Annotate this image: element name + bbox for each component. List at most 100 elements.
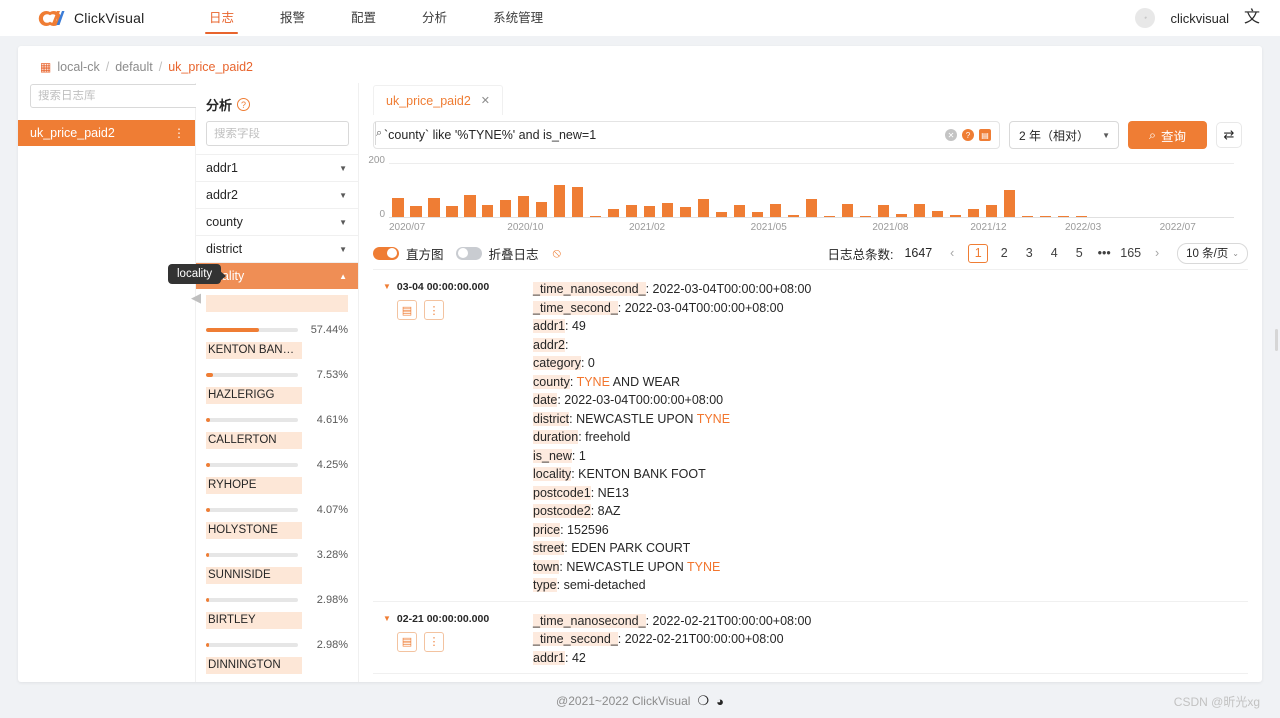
log-field-key[interactable]: addr2 [533, 337, 565, 352]
chart-bar-slot[interactable] [461, 159, 479, 217]
nav-item-alerts[interactable]: 报警 [267, 0, 318, 36]
log-field[interactable]: _time_second_: 2022-03-04T00:00:00+08:00 [533, 299, 1248, 318]
nav-item-logs[interactable]: 日志 [196, 0, 247, 36]
chevron-down-icon[interactable]: ▼ [339, 218, 347, 227]
log-field-key[interactable]: type [533, 578, 557, 592]
chart-bar-slot[interactable] [965, 159, 983, 217]
prev-page-button[interactable]: ‹ [943, 244, 961, 263]
log-field-key[interactable]: price [533, 522, 561, 537]
gitee-icon[interactable]: ◕ [716, 694, 724, 709]
chart-bar-slot[interactable] [911, 159, 929, 217]
chevron-down-icon[interactable]: ▼ [339, 245, 347, 254]
nav-item-analysis[interactable]: 分析 [409, 0, 460, 36]
chevron-down-icon[interactable]: ▼ [339, 164, 347, 173]
chart-bar[interactable] [680, 206, 692, 217]
page-button-1[interactable]: 1 [968, 243, 989, 263]
copy-icon[interactable]: ▤ [397, 300, 417, 320]
log-field-key[interactable]: _time_nanosecond_ [533, 282, 646, 296]
chart-bar[interactable] [967, 208, 980, 217]
log-field-key[interactable]: postcode1 [533, 485, 591, 500]
stat-item[interactable]: 57.44% KENTON BANK F… [206, 321, 348, 359]
more-vertical-icon[interactable]: ⋮ [424, 300, 444, 320]
chart-bar-slot[interactable] [1198, 159, 1216, 217]
time-range-select[interactable]: 2 年（相对） ▼ [1009, 121, 1119, 149]
page-button-3[interactable]: 3 [1020, 244, 1038, 263]
chart-bar[interactable] [572, 187, 584, 217]
chart-bar-slot[interactable] [947, 159, 965, 217]
copy-icon[interactable]: ▤ [397, 631, 417, 652]
chart-bar[interactable] [734, 205, 746, 217]
stat-item[interactable]: 7.53% HAZLERIGG [206, 366, 348, 404]
collapse-logs-toggle[interactable] [455, 246, 482, 260]
chart-bar-slot[interactable] [1108, 159, 1126, 217]
chart-bar[interactable] [644, 206, 656, 217]
chart-bar-slot[interactable] [713, 159, 731, 217]
chart-bar-slot[interactable] [1180, 159, 1198, 217]
chart-bar[interactable] [446, 205, 458, 217]
chart-bar[interactable] [626, 204, 638, 217]
scrollbar-thumb[interactable] [1275, 329, 1278, 351]
query-input[interactable]: `county` like '%TYNE%' and is_new=1 [384, 128, 945, 142]
swap-settings-icon[interactable]: ⇄ [1216, 122, 1242, 148]
field-search-box[interactable]: ⌕ [206, 121, 382, 146]
chart-bar[interactable] [1003, 190, 1016, 217]
breadcrumb-instance[interactable]: local-ck [57, 60, 99, 74]
log-field[interactable]: _time_second_: 2022-02-21T00:00:00+08:00 [533, 630, 1248, 649]
chart-bar-slot[interactable] [731, 159, 749, 217]
log-field[interactable]: addr2: [533, 336, 1248, 355]
chart-bar[interactable] [698, 199, 710, 217]
question-circle-icon[interactable]: ? [237, 98, 251, 111]
breadcrumb-database[interactable]: default [115, 60, 153, 74]
histogram-toggle[interactable] [373, 246, 399, 260]
chart-bar-slot[interactable] [623, 159, 641, 217]
chart-bar-slot[interactable] [389, 159, 407, 217]
clear-circle-icon[interactable]: ✕ [945, 129, 957, 141]
chart-bar[interactable] [410, 205, 422, 217]
chart-bar-slot[interactable] [785, 159, 803, 217]
chart-bar-slot[interactable] [515, 159, 533, 217]
log-field-key[interactable]: _time_nanosecond_ [533, 613, 646, 628]
log-field[interactable]: county: TYNE AND WEAR [533, 373, 1248, 392]
chevron-up-icon[interactable]: ▲ [339, 272, 347, 281]
page-ellipsis[interactable]: ••• [1095, 244, 1113, 263]
doc-icon[interactable]: ▤ [979, 129, 991, 141]
log-field-key[interactable]: street [533, 541, 565, 555]
chart-bar[interactable] [985, 205, 998, 217]
search-icon[interactable]: ⌕ [375, 122, 382, 145]
log-field-key[interactable]: locality [533, 467, 572, 481]
chart-bar-slot[interactable] [857, 159, 875, 217]
log-field[interactable]: addr1: 42 [533, 649, 1248, 668]
chart-bar-slot[interactable] [929, 159, 947, 217]
chart-bar[interactable] [536, 202, 548, 217]
tab-uk-price-paid2[interactable]: uk_price_paid2 ✕ [373, 85, 504, 115]
chart-bar[interactable] [428, 197, 440, 217]
chart-bar-slot[interactable] [1144, 159, 1162, 217]
more-vertical-icon[interactable]: ⋮ [424, 631, 444, 652]
page-button-last[interactable]: 165 [1120, 244, 1141, 263]
chart-bar-slot[interactable] [1162, 159, 1180, 217]
log-field-key[interactable]: is_new [533, 448, 572, 463]
more-vertical-icon[interactable]: ⋮ [173, 126, 185, 140]
log-field-key[interactable]: duration [533, 430, 579, 444]
log-field-key[interactable]: _time_second_ [533, 632, 618, 646]
chart-bar[interactable] [662, 203, 674, 217]
chart-bar-slot[interactable] [497, 159, 515, 217]
chart-bar-slot[interactable] [533, 159, 551, 217]
chart-bar-slot[interactable] [443, 159, 461, 217]
chart-bar-slot[interactable] [407, 159, 425, 217]
log-field-key[interactable]: postcode2 [533, 504, 591, 518]
log-field[interactable]: _time_nanosecond_: 2022-03-04T00:00:00+0… [533, 280, 1248, 299]
eye-off-icon[interactable]: ⦸ [553, 245, 561, 261]
log-field[interactable]: district: NEWCASTLE UPON TYNE [533, 410, 1248, 429]
log-entry[interactable]: ▼ 03-04 00:00:00.000 ▤ ⋮ _time_nanosecond_: … [373, 270, 1248, 602]
log-field[interactable]: is_new: 1 [533, 447, 1248, 466]
breadcrumb-table[interactable]: uk_price_paid2 [168, 60, 253, 74]
chart-bar-slot[interactable] [1126, 159, 1144, 217]
stat-item[interactable]: 4.07% HOLYSTONE [206, 501, 348, 539]
stat-item[interactable]: 3.28% SUNNISIDE [206, 546, 348, 584]
chart-bar-slot[interactable] [839, 159, 857, 217]
log-field[interactable]: duration: freehold [533, 428, 1248, 447]
chart-bar-slot[interactable] [749, 159, 767, 217]
chart-bar-slot[interactable] [1036, 159, 1054, 217]
log-field[interactable]: _time_nanosecond_: 2022-02-21T00:00:00+0… [533, 612, 1248, 631]
